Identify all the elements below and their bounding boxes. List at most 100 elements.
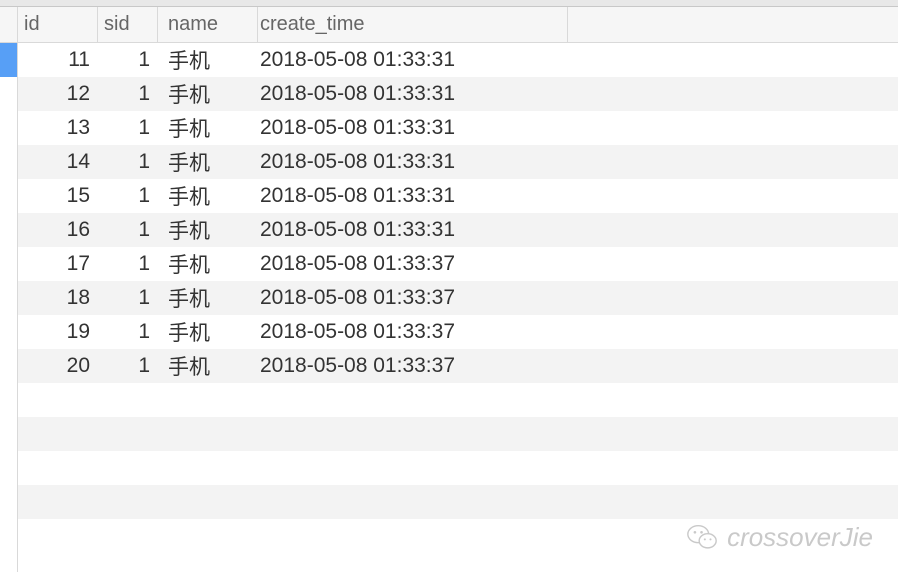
table-row[interactable]: 161手机2018-05-08 01:33:31 bbox=[18, 213, 898, 247]
cell-empty bbox=[258, 417, 568, 451]
row-selector[interactable] bbox=[0, 451, 17, 485]
cell-create-time[interactable]: 2018-05-08 01:33:37 bbox=[258, 281, 568, 315]
cell-id[interactable]: 19 bbox=[18, 315, 98, 349]
table-row[interactable] bbox=[18, 383, 898, 417]
cell-sid[interactable]: 1 bbox=[98, 281, 158, 315]
cell-id[interactable]: 13 bbox=[18, 111, 98, 145]
gutter-header[interactable] bbox=[0, 7, 17, 43]
row-selector[interactable] bbox=[0, 111, 17, 145]
row-selector[interactable] bbox=[0, 213, 17, 247]
row-selector[interactable] bbox=[0, 77, 17, 111]
data-grid: id sid name create_time 111手机2018-05-08 … bbox=[0, 7, 898, 572]
cell-create-time[interactable]: 2018-05-08 01:33:31 bbox=[258, 145, 568, 179]
table-row[interactable]: 171手机2018-05-08 01:33:37 bbox=[18, 247, 898, 281]
cell-empty bbox=[98, 485, 158, 519]
cell-empty bbox=[98, 383, 158, 417]
cell-empty bbox=[568, 383, 898, 417]
cell-id[interactable]: 12 bbox=[18, 77, 98, 111]
column-header-create-time[interactable]: create_time bbox=[258, 7, 568, 42]
table-row[interactable]: 121手机2018-05-08 01:33:31 bbox=[18, 77, 898, 111]
row-selector[interactable] bbox=[0, 383, 17, 417]
table-row[interactable]: 141手机2018-05-08 01:33:31 bbox=[18, 145, 898, 179]
table-row[interactable] bbox=[18, 451, 898, 485]
cell-id[interactable]: 14 bbox=[18, 145, 98, 179]
watermark-text: crossoverJie bbox=[727, 522, 873, 553]
row-selector[interactable] bbox=[0, 145, 17, 179]
row-selector[interactable] bbox=[0, 417, 17, 451]
cell-create-time[interactable]: 2018-05-08 01:33:37 bbox=[258, 315, 568, 349]
cell-empty bbox=[18, 485, 98, 519]
column-header-sid[interactable]: sid bbox=[98, 7, 158, 42]
cell-id[interactable]: 18 bbox=[18, 281, 98, 315]
cell-id[interactable]: 11 bbox=[18, 43, 98, 77]
cell-create-time[interactable]: 2018-05-08 01:33:31 bbox=[258, 179, 568, 213]
cell-name[interactable]: 手机 bbox=[158, 145, 258, 179]
cell-id[interactable]: 16 bbox=[18, 213, 98, 247]
cell-name[interactable]: 手机 bbox=[158, 281, 258, 315]
row-selector[interactable] bbox=[0, 179, 17, 213]
cell-empty bbox=[258, 485, 568, 519]
cell-empty bbox=[98, 519, 158, 553]
cell-sid[interactable]: 1 bbox=[98, 77, 158, 111]
cell-create-time[interactable]: 2018-05-08 01:33:31 bbox=[258, 77, 568, 111]
row-selector-gutter bbox=[0, 7, 18, 572]
cell-create-time[interactable]: 2018-05-08 01:33:31 bbox=[258, 213, 568, 247]
row-selector[interactable] bbox=[0, 349, 17, 383]
cell-empty bbox=[18, 451, 98, 485]
table-row[interactable] bbox=[18, 417, 898, 451]
cell-empty bbox=[158, 519, 258, 553]
table-row[interactable]: 111手机2018-05-08 01:33:31 bbox=[18, 43, 898, 77]
row-selector[interactable] bbox=[0, 281, 17, 315]
column-header-name[interactable]: name bbox=[158, 7, 258, 42]
table-row[interactable]: 131手机2018-05-08 01:33:31 bbox=[18, 111, 898, 145]
cell-name[interactable]: 手机 bbox=[158, 111, 258, 145]
cell-empty bbox=[158, 383, 258, 417]
table-row[interactable]: 151手机2018-05-08 01:33:31 bbox=[18, 179, 898, 213]
cell-create-time[interactable]: 2018-05-08 01:33:31 bbox=[258, 43, 568, 77]
cell-empty bbox=[568, 247, 898, 281]
table-row[interactable]: 181手机2018-05-08 01:33:37 bbox=[18, 281, 898, 315]
cell-sid[interactable]: 1 bbox=[98, 213, 158, 247]
cell-name[interactable]: 手机 bbox=[158, 43, 258, 77]
table-row[interactable]: 191手机2018-05-08 01:33:37 bbox=[18, 315, 898, 349]
cell-sid[interactable]: 1 bbox=[98, 145, 158, 179]
cell-id[interactable]: 15 bbox=[18, 179, 98, 213]
row-selector[interactable] bbox=[0, 247, 17, 281]
column-header-id[interactable]: id bbox=[18, 7, 98, 42]
cell-name[interactable]: 手机 bbox=[158, 315, 258, 349]
cell-sid[interactable]: 1 bbox=[98, 315, 158, 349]
cell-create-time[interactable]: 2018-05-08 01:33:31 bbox=[258, 111, 568, 145]
cell-create-time[interactable]: 2018-05-08 01:33:37 bbox=[258, 247, 568, 281]
row-selector[interactable] bbox=[0, 43, 17, 77]
cell-empty bbox=[18, 519, 98, 553]
cell-name[interactable]: 手机 bbox=[158, 77, 258, 111]
cell-id[interactable]: 17 bbox=[18, 247, 98, 281]
row-selector[interactable] bbox=[0, 315, 17, 349]
cell-empty bbox=[258, 383, 568, 417]
cell-create-time[interactable]: 2018-05-08 01:33:37 bbox=[258, 349, 568, 383]
cell-name[interactable]: 手机 bbox=[158, 247, 258, 281]
cell-sid[interactable]: 1 bbox=[98, 349, 158, 383]
watermark: crossoverJie bbox=[685, 520, 873, 554]
cell-empty bbox=[98, 417, 158, 451]
row-selector[interactable] bbox=[0, 519, 17, 553]
table-row[interactable]: 201手机2018-05-08 01:33:37 bbox=[18, 349, 898, 383]
cell-empty bbox=[158, 417, 258, 451]
table-row[interactable] bbox=[18, 485, 898, 519]
cell-sid[interactable]: 1 bbox=[98, 247, 158, 281]
cell-sid[interactable]: 1 bbox=[98, 111, 158, 145]
cell-empty bbox=[258, 519, 568, 553]
cell-empty bbox=[568, 179, 898, 213]
row-selector[interactable] bbox=[0, 485, 17, 519]
cell-id[interactable]: 20 bbox=[18, 349, 98, 383]
cell-empty bbox=[258, 451, 568, 485]
cell-empty bbox=[568, 77, 898, 111]
cell-empty bbox=[568, 417, 898, 451]
cell-name[interactable]: 手机 bbox=[158, 213, 258, 247]
cell-empty bbox=[568, 111, 898, 145]
table-area: id sid name create_time 111手机2018-05-08 … bbox=[18, 7, 898, 572]
cell-name[interactable]: 手机 bbox=[158, 179, 258, 213]
cell-sid[interactable]: 1 bbox=[98, 179, 158, 213]
cell-sid[interactable]: 1 bbox=[98, 43, 158, 77]
cell-name[interactable]: 手机 bbox=[158, 349, 258, 383]
